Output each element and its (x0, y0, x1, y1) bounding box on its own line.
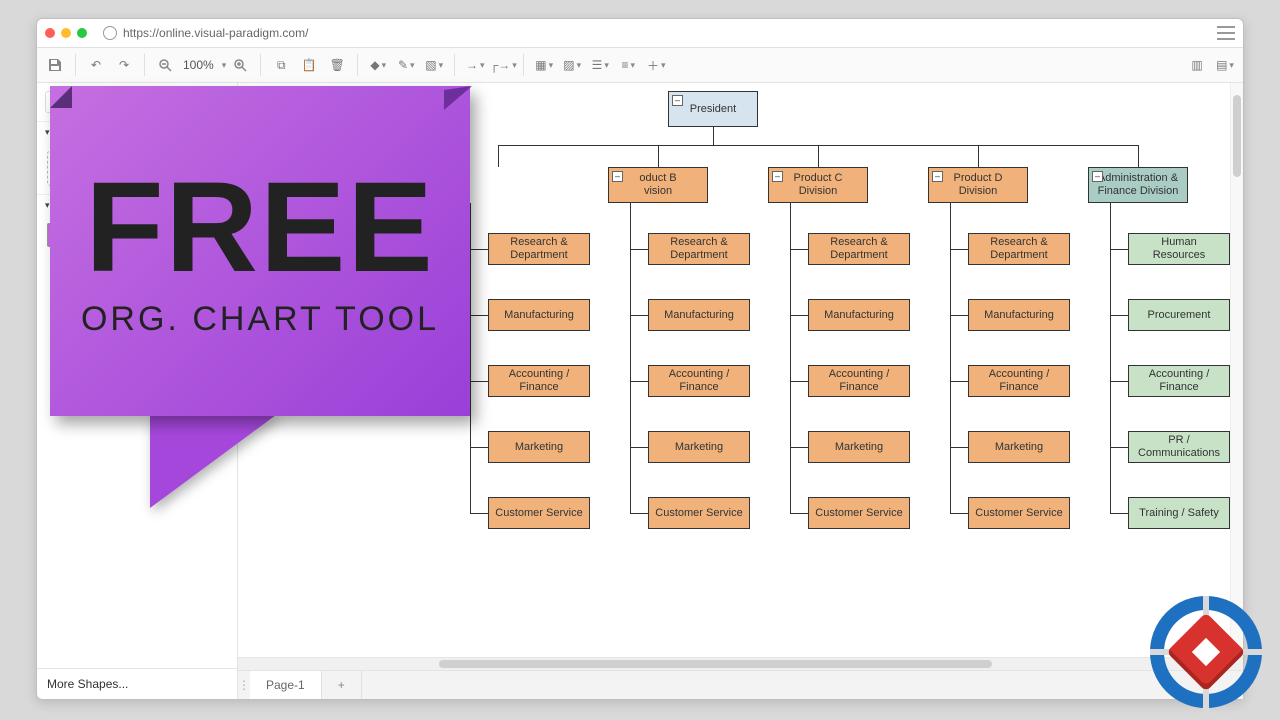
brand-badge (1146, 592, 1266, 712)
zoom-group: 100% ▾ (153, 53, 252, 77)
shadow-icon[interactable]: ▧▾ (422, 53, 446, 77)
collapse-icon[interactable]: – (672, 95, 683, 106)
org-node-division-1[interactable]: Product C Division– (768, 167, 868, 203)
shape-preview-placeholder[interactable] (47, 150, 227, 186)
org-node-child-1-2[interactable]: Accounting / Finance (648, 365, 750, 397)
tab-page-1[interactable]: Page-1 (250, 671, 322, 699)
org-node-child-1-4[interactable]: Customer Service (648, 497, 750, 529)
distribute-icon[interactable]: ≡▾ (616, 53, 640, 77)
zoom-in-icon[interactable] (228, 53, 252, 77)
horizontal-scroll-thumb[interactable] (439, 660, 992, 668)
vertical-scrollbar[interactable] (1230, 83, 1243, 670)
org-node-child-1-1[interactable]: Manufacturing (648, 299, 750, 331)
app-window: https://online.visual-paradigm.com/ ↶ ↷ … (36, 18, 1244, 700)
add-page-tab[interactable]: + (322, 671, 362, 699)
chevron-down-icon[interactable]: ▾ (222, 60, 227, 71)
org-node-child-0-2[interactable]: Accounting / Finance (488, 365, 590, 397)
canvas-area: President– oduct B vision– Product C Divis… (238, 83, 1243, 699)
sidebar: ▾Sc ▾Or More Shapes... (37, 83, 238, 699)
close-window-button[interactable] (45, 28, 55, 38)
collapse-icon[interactable]: – (1092, 171, 1103, 182)
layout-panel-icon-a[interactable]: ▥ (1185, 53, 1209, 77)
org-node-child-0-1[interactable]: Manufacturing (488, 299, 590, 331)
org-node-child-4-4[interactable]: Training / Safety (1128, 497, 1230, 529)
collapse-icon[interactable]: – (612, 171, 623, 182)
org-node-child-4-0[interactable]: Human Resources (1128, 233, 1230, 265)
org-node-child-1-0[interactable]: Research & Department (648, 233, 750, 265)
delete-icon[interactable]: 🗑 (325, 53, 349, 77)
org-node-child-1-3[interactable]: Marketing (648, 431, 750, 463)
org-node-child-0-0[interactable]: Research & Department (488, 233, 590, 265)
connector-straight-icon[interactable]: →▾ (463, 53, 487, 77)
paste-icon[interactable]: 📋 (297, 53, 321, 77)
tab-grip-icon[interactable]: ⋮ (238, 671, 250, 699)
window-controls (45, 28, 87, 38)
toolbar: ↶ ↷ 100% ▾ ⧉ 📋 🗑 ◆▾ ✎▾ ▧▾ →▾ ┌→▾ ▦▾ ▨▾ ☰▾… (37, 48, 1243, 83)
redo-icon[interactable]: ↷ (112, 53, 136, 77)
send-back-icon[interactable]: ▨▾ (560, 53, 584, 77)
connector-elbow-icon[interactable]: ┌→▾ (491, 53, 515, 77)
minimize-window-button[interactable] (61, 28, 71, 38)
org-node-child-3-0[interactable]: Research & Department (968, 233, 1070, 265)
diagram-canvas[interactable]: President– oduct B vision– Product C Divis… (238, 83, 1243, 670)
org-node-president[interactable]: President– (668, 91, 758, 127)
menu-icon[interactable] (1217, 26, 1235, 40)
org-node-child-2-1[interactable]: Manufacturing (808, 299, 910, 331)
org-node-child-3-3[interactable]: Marketing (968, 431, 1070, 463)
globe-icon (103, 26, 117, 40)
org-node-child-0-3[interactable]: Marketing (488, 431, 590, 463)
more-shapes-link[interactable]: More Shapes... (37, 668, 237, 699)
org-node-division-2[interactable]: Product D Division– (928, 167, 1028, 203)
sidebar-section-scratch[interactable]: ▾Sc (37, 121, 237, 142)
org-node-child-4-1[interactable]: Procurement (1128, 299, 1230, 331)
org-node-division-0[interactable]: oduct B vision– (608, 167, 708, 203)
zoom-level[interactable]: 100% (179, 58, 218, 72)
horizontal-scrollbar[interactable] (238, 657, 1243, 670)
layout-panel-icon-b[interactable]: ▤▾ (1213, 53, 1237, 77)
org-node-child-3-1[interactable]: Manufacturing (968, 299, 1070, 331)
address-bar[interactable]: https://online.visual-paradigm.com/ (103, 26, 308, 40)
org-node-child-2-0[interactable]: Research & Department (808, 233, 910, 265)
zoom-out-icon[interactable] (153, 53, 177, 77)
collapse-icon[interactable]: – (772, 171, 783, 182)
org-node-child-3-2[interactable]: Accounting / Finance (968, 365, 1070, 397)
bring-front-icon[interactable]: ▦▾ (532, 53, 556, 77)
shape-search[interactable] (45, 91, 229, 113)
titlebar: https://online.visual-paradigm.com/ (37, 19, 1243, 48)
stroke-color-icon[interactable]: ✎▾ (394, 53, 418, 77)
org-node-child-0-4[interactable]: Customer Service (488, 497, 590, 529)
undo-icon[interactable]: ↶ (84, 53, 108, 77)
org-node-child-2-3[interactable]: Marketing (808, 431, 910, 463)
org-node-division-3[interactable]: Administration & Finance Division– (1088, 167, 1188, 203)
org-node-child-2-2[interactable]: Accounting / Finance (808, 365, 910, 397)
org-node-swatch[interactable] (47, 223, 101, 247)
add-icon[interactable]: ＋▾ (644, 53, 668, 77)
page-tabs: ⋮ Page-1 + (238, 670, 1243, 699)
align-icon[interactable]: ☰▾ (588, 53, 612, 77)
maximize-window-button[interactable] (77, 28, 87, 38)
sidebar-section-org[interactable]: ▾Or (37, 194, 237, 215)
copy-icon[interactable]: ⧉ (269, 53, 293, 77)
fill-color-icon[interactable]: ◆▾ (366, 53, 390, 77)
org-node-child-4-2[interactable]: Accounting / Finance (1128, 365, 1230, 397)
save-icon[interactable] (43, 53, 67, 77)
url-text: https://online.visual-paradigm.com/ (123, 26, 308, 40)
org-node-child-4-3[interactable]: PR / Communications (1128, 431, 1230, 463)
org-node-child-2-4[interactable]: Customer Service (808, 497, 910, 529)
org-node-child-3-4[interactable]: Customer Service (968, 497, 1070, 529)
vertical-scroll-thumb[interactable] (1233, 95, 1241, 177)
search-input[interactable] (45, 91, 229, 113)
collapse-icon[interactable]: – (932, 171, 943, 182)
